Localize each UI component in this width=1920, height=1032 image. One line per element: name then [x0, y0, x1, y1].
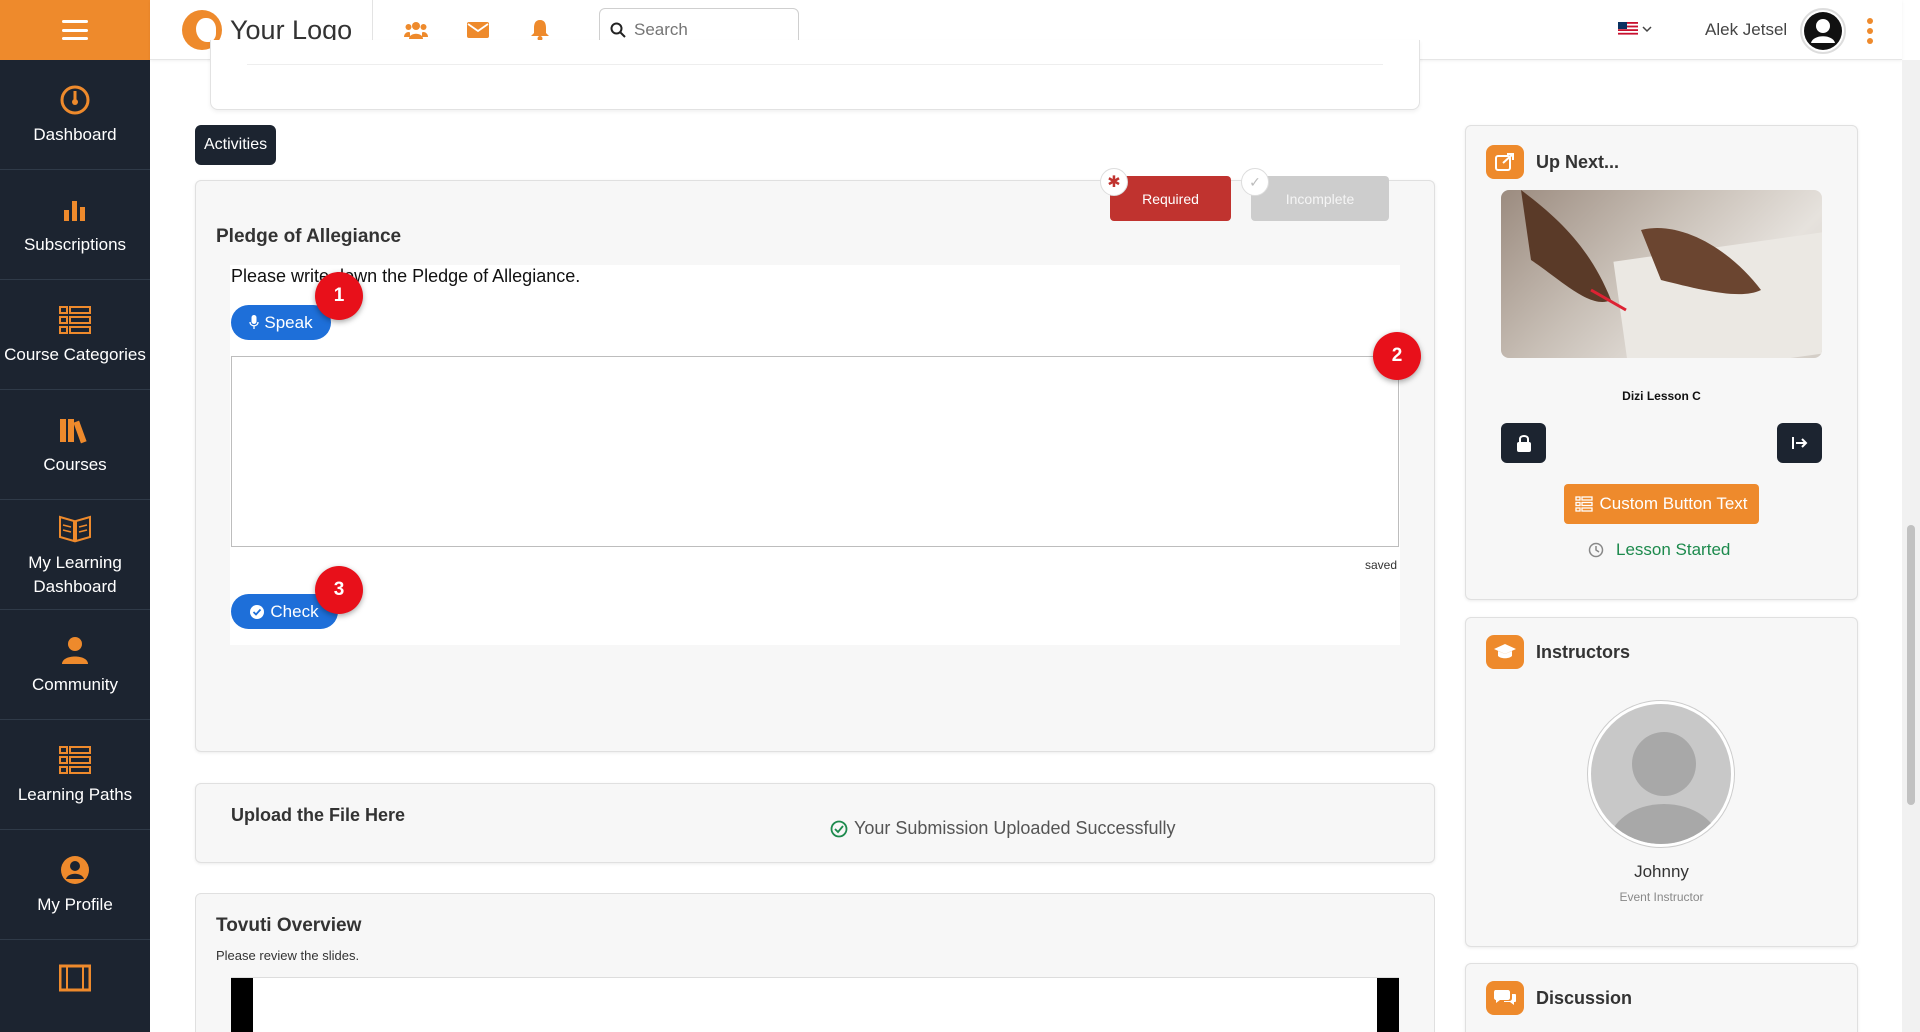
more-options-icon[interactable]: [1866, 18, 1874, 44]
sidebar-item-courses[interactable]: Courses: [0, 390, 150, 500]
user-avatar-icon: [1804, 12, 1842, 50]
sidebar-item-label: Subscriptions: [23, 234, 127, 254]
step-marker-1: 1: [315, 272, 363, 320]
scrollbar-thumb[interactable]: [1907, 525, 1915, 805]
search-input[interactable]: [634, 20, 784, 40]
menu-toggle-button[interactable]: [0, 0, 150, 60]
answer-textarea[interactable]: [231, 356, 1399, 547]
go-to-lesson-button[interactable]: [1777, 423, 1822, 463]
tab-activities[interactable]: Activities: [195, 125, 277, 165]
sidebar-item-label: Dashboard: [33, 124, 117, 144]
sidebar: Dashboard Subscriptions Course Categorie…: [0, 0, 150, 1032]
required-badge: Required: [1110, 176, 1231, 221]
activity-title: Pledge of Allegiance: [216, 226, 402, 247]
speak-label: Speak: [264, 312, 313, 332]
books-icon: [58, 413, 92, 447]
instructor-avatar[interactable]: [1588, 701, 1734, 847]
lock-button[interactable]: [1501, 423, 1546, 463]
sidebar-item-my-profile[interactable]: My Profile: [0, 830, 150, 940]
instructors-header: Instructors: [1486, 635, 1630, 669]
previous-section-card: [210, 40, 1420, 110]
upload-status-text: Your Submission Uploaded Successfully: [854, 818, 1176, 838]
instructor-role: Event Instructor: [1619, 890, 1704, 904]
mail-icon[interactable]: [466, 18, 490, 42]
sidebar-item-label: My Learning Dashboard: [28, 552, 122, 596]
sign-in-arrow-icon: [1791, 437, 1807, 449]
check-circle-icon: [250, 604, 265, 619]
lesson-name: Dizi Lesson C: [1622, 389, 1701, 403]
film-icon: [58, 960, 92, 994]
overview-title: Tovuti Overview: [216, 915, 362, 936]
sidebar-item-label: Courses: [43, 454, 107, 474]
us-flag-icon: [1618, 22, 1638, 35]
speak-button[interactable]: Speak: [231, 305, 331, 340]
instructors-title: Instructors: [1536, 641, 1631, 662]
check-icon: ✓: [1241, 168, 1269, 196]
language-selector[interactable]: [1618, 22, 1652, 35]
list-icon: [58, 303, 92, 337]
open-book-icon: [58, 511, 92, 545]
groups-icon[interactable]: [404, 18, 428, 42]
sidebar-item-my-learning-dashboard[interactable]: My Learning Dashboard: [0, 500, 150, 610]
bar-chart-icon: [58, 193, 92, 227]
question-text: Please write down the Pledge of Allegian…: [231, 266, 581, 286]
lock-icon: [1516, 435, 1531, 452]
sidebar-item-dashboard[interactable]: Dashboard: [0, 60, 150, 170]
sidebar-item-media[interactable]: [0, 940, 150, 1000]
list-icon: [58, 743, 92, 777]
sidebar-item-subscriptions[interactable]: Subscriptions: [0, 170, 150, 280]
instructor-name[interactable]: Johnny: [1501, 862, 1822, 882]
sidebar-item-label: Course Categories: [4, 344, 146, 364]
custom-button[interactable]: Custom Button Text: [1564, 484, 1759, 524]
sidebar-item-community[interactable]: Community: [0, 610, 150, 720]
discussion-header: Discussion: [1486, 981, 1632, 1015]
upload-title: Upload the File Here: [231, 805, 406, 825]
up-next-title: Up Next...: [1536, 151, 1620, 172]
share-icon: [1486, 145, 1524, 179]
sidebar-item-label: My Profile: [37, 894, 113, 914]
saved-status: saved: [1365, 558, 1398, 572]
user-circle-icon: [58, 853, 92, 887]
sidebar-item-learning-paths[interactable]: Learning Paths: [0, 720, 150, 830]
avatar[interactable]: [1800, 8, 1846, 54]
step-marker-2: 2: [1373, 332, 1421, 380]
custom-button-label: Custom Button Text: [1599, 494, 1748, 513]
graduation-cap-icon: [1486, 635, 1524, 669]
slides-viewer[interactable]: [231, 977, 1399, 1032]
sidebar-item-course-categories[interactable]: Course Categories: [0, 280, 150, 390]
lesson-status-text: Lesson Started: [1616, 540, 1731, 559]
sidebar-item-label: Community: [32, 674, 118, 694]
step-marker-3: 3: [315, 566, 363, 614]
user-name[interactable]: Alek Jetsel: [1705, 20, 1787, 40]
sidebar-item-label: Learning Paths: [17, 784, 133, 804]
overview-subtitle: Please review the slides.: [216, 948, 360, 963]
clock-icon: [1588, 542, 1604, 558]
microphone-icon: [249, 315, 260, 329]
bell-icon[interactable]: [528, 18, 552, 42]
chevron-down-icon: [1642, 25, 1652, 32]
hamburger-icon: [62, 20, 88, 40]
chat-bubbles-icon: [1486, 981, 1524, 1015]
discussion-title: Discussion: [1536, 987, 1633, 1008]
check-circle-icon: [830, 820, 848, 837]
lesson-status: Lesson Started: [1588, 540, 1730, 560]
incomplete-badge: Incomplete: [1251, 176, 1389, 221]
up-next-header: Up Next...: [1486, 145, 1619, 179]
lesson-thumbnail[interactable]: [1501, 190, 1822, 358]
list-icon: [1575, 496, 1594, 512]
users-icon: [58, 633, 92, 667]
speedometer-icon: [58, 83, 92, 117]
page-scrollbar[interactable]: [1902, 60, 1920, 1032]
upload-status: Your Submission Uploaded Successfully: [830, 818, 1176, 839]
asterisk-icon: ✱: [1100, 168, 1128, 196]
check-label: Check: [270, 601, 319, 621]
search-icon: [610, 22, 626, 38]
